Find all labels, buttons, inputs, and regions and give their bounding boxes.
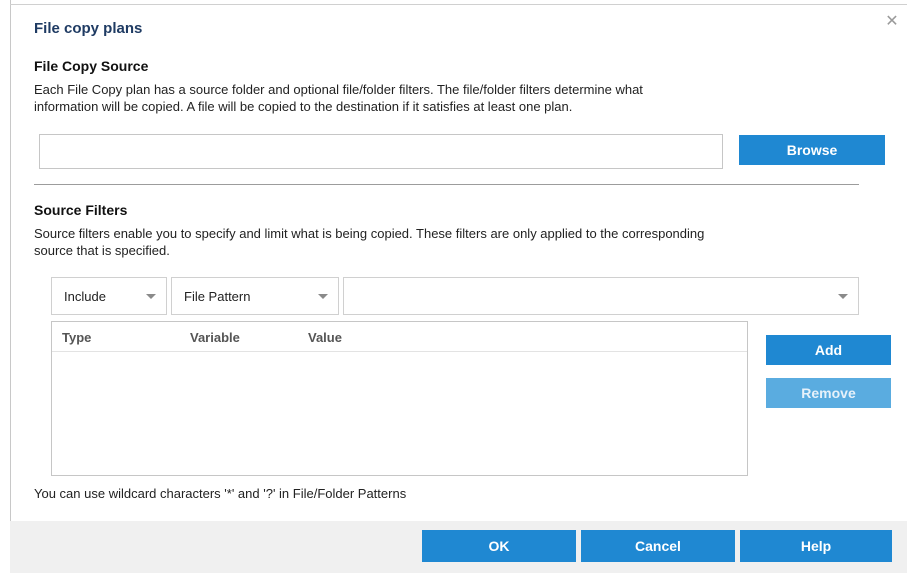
cancel-button[interactable]: Cancel (581, 530, 735, 562)
filters-description-line2: source that is specified. (34, 243, 170, 258)
chevron-down-icon (838, 294, 848, 299)
dialog-title: File copy plans (34, 20, 143, 37)
chevron-down-icon (146, 294, 156, 299)
chevron-down-icon (318, 294, 328, 299)
include-select[interactable]: Include (51, 277, 167, 315)
column-header-value[interactable]: Value (308, 330, 342, 345)
filter-value-select[interactable] (343, 277, 859, 315)
dialog-top-border (10, 4, 907, 5)
include-select-value: Include (64, 288, 106, 304)
column-header-type[interactable]: Type (62, 330, 91, 345)
filter-type-select-value: File Pattern (184, 288, 251, 304)
section-divider (34, 184, 859, 185)
filters-table: Type Variable Value (51, 321, 748, 476)
source-description-line2: information will be copied. A file will … (34, 99, 573, 114)
source-folder-input[interactable] (39, 134, 723, 169)
column-header-variable[interactable]: Variable (190, 330, 240, 345)
close-icon[interactable]: ✕ (884, 14, 900, 30)
source-section-title: File Copy Source (34, 58, 149, 74)
add-filter-button[interactable]: Add (766, 335, 891, 365)
remove-filter-button[interactable]: Remove (766, 378, 891, 408)
filters-section-title: Source Filters (34, 202, 128, 218)
filter-type-select[interactable]: File Pattern (171, 277, 339, 315)
source-description-line1: Each File Copy plan has a source folder … (34, 82, 643, 97)
help-button[interactable]: Help (740, 530, 892, 562)
dialog-left-border (10, 0, 11, 573)
ok-button[interactable]: OK (422, 530, 576, 562)
filters-table-header: Type Variable Value (52, 322, 747, 352)
file-copy-plans-dialog: File copy plans ✕ File Copy Source Each … (0, 0, 907, 573)
filters-description-line1: Source filters enable you to specify and… (34, 226, 705, 241)
browse-button[interactable]: Browse (739, 135, 885, 165)
wildcard-hint: You can use wildcard characters '*' and … (34, 486, 407, 501)
